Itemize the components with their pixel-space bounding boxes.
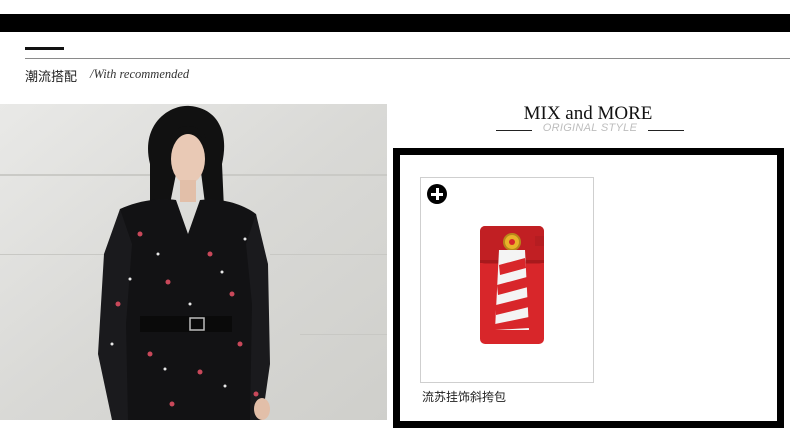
- section-accent-line: [25, 47, 64, 50]
- product-name[interactable]: 流苏挂饰斜挎包: [422, 388, 506, 405]
- section-divider: [25, 58, 790, 59]
- model-photo: [0, 104, 387, 420]
- section-title: 潮流搭配: [25, 70, 78, 85]
- section-subtitle: /With recommended: [90, 67, 190, 81]
- mix-divider-right: [648, 130, 684, 131]
- top-black-bar: [0, 14, 790, 32]
- plus-circle-icon[interactable]: [427, 184, 447, 204]
- product-card[interactable]: [420, 177, 594, 383]
- mix-divider-left: [496, 130, 532, 131]
- mix-subtitle: ORIGINAL STYLE: [542, 122, 638, 134]
- bag-image: [480, 226, 544, 344]
